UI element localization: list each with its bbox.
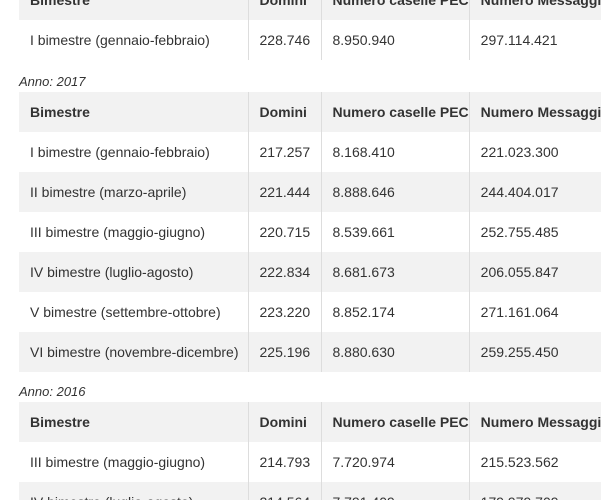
cell-caselle: 7.720.974 (321, 442, 470, 482)
header-domini: Domini (248, 402, 322, 442)
table-row: IV bimestre (luglio-agosto) 214.564 7.79… (19, 482, 602, 500)
cell-domini: 225.196 (248, 332, 322, 372)
cell-caselle: 8.888.646 (321, 172, 470, 212)
cell-caselle: 8.168.410 (321, 132, 470, 172)
cell-bimestre: I bimestre (gennaio-febbraio) (19, 132, 249, 172)
cell-bimestre: IV bimestre (luglio-agosto) (19, 252, 249, 292)
cell-bimestre: II bimestre (marzo-aprile) (19, 172, 249, 212)
cell-caselle: 8.852.174 (321, 292, 470, 332)
cell-messaggi: 259.255.450 (469, 332, 602, 372)
cell-domini: 228.746 (248, 20, 322, 60)
cell-bimestre: I bimestre (gennaio-febbraio) (19, 20, 249, 60)
table-header-row: Bimestre Domini Numero caselle PEC Numer… (19, 402, 602, 442)
header-messaggi: Numero Messaggi (469, 92, 602, 132)
cell-messaggi: 179.979.709 (469, 482, 602, 500)
cell-messaggi: 206.055.847 (469, 252, 602, 292)
table-row: II bimestre (marzo-aprile) 221.444 8.888… (19, 172, 602, 212)
header-caselle: Numero caselle PEC (321, 0, 470, 20)
year-label-2016: Anno: 2016 (19, 384, 86, 399)
cell-domini: 222.834 (248, 252, 322, 292)
cell-caselle: 7.791.409 (321, 482, 470, 500)
cell-domini: 214.564 (248, 482, 322, 500)
cell-messaggi: 252.755.485 (469, 212, 602, 252)
header-bimestre: Bimestre (19, 0, 249, 20)
cell-messaggi: 221.023.300 (469, 132, 602, 172)
cell-messaggi: 297.114.421 (469, 20, 602, 60)
cell-bimestre: V bimestre (settembre-ottobre) (19, 292, 249, 332)
table-row: VI bimestre (novembre-dicembre) 225.196 … (19, 332, 602, 372)
cell-bimestre: IV bimestre (luglio-agosto) (19, 482, 249, 500)
table-row: I bimestre (gennaio-febbraio) 228.746 8.… (19, 20, 602, 60)
cell-caselle: 8.539.661 (321, 212, 470, 252)
cell-domini: 220.715 (248, 212, 322, 252)
page: Bimestre Domini Numero caselle PEC Numer… (0, 0, 609, 500)
pec-table-2016: Bimestre Domini Numero caselle PEC Numer… (19, 402, 602, 500)
pec-table-2017: Bimestre Domini Numero caselle PEC Numer… (19, 92, 602, 372)
cell-caselle: 8.681.673 (321, 252, 470, 292)
header-bimestre: Bimestre (19, 92, 249, 132)
year-label-2017: Anno: 2017 (19, 74, 86, 89)
cell-messaggi: 244.404.017 (469, 172, 602, 212)
pec-table-previous: Bimestre Domini Numero caselle PEC Numer… (19, 0, 602, 60)
table-row: V bimestre (settembre-ottobre) 223.220 8… (19, 292, 602, 332)
cell-bimestre: III bimestre (maggio-giugno) (19, 442, 249, 482)
table-row: III bimestre (maggio-giugno) 220.715 8.5… (19, 212, 602, 252)
header-domini: Domini (248, 0, 322, 20)
cell-domini: 223.220 (248, 292, 322, 332)
header-domini: Domini (248, 92, 322, 132)
cell-caselle: 8.880.630 (321, 332, 470, 372)
cell-domini: 221.444 (248, 172, 322, 212)
cell-domini: 214.793 (248, 442, 322, 482)
table-row: III bimestre (maggio-giugno) 214.793 7.7… (19, 442, 602, 482)
table-header-row: Bimestre Domini Numero caselle PEC Numer… (19, 0, 602, 20)
table-header-row: Bimestre Domini Numero caselle PEC Numer… (19, 92, 602, 132)
header-caselle: Numero caselle PEC (321, 402, 470, 442)
cell-caselle: 8.950.940 (321, 20, 470, 60)
cell-messaggi: 215.523.562 (469, 442, 602, 482)
header-messaggi: Numero Messaggi (469, 402, 602, 442)
table-row: IV bimestre (luglio-agosto) 222.834 8.68… (19, 252, 602, 292)
header-bimestre: Bimestre (19, 402, 249, 442)
header-messaggi: Numero Messaggi (469, 0, 602, 20)
header-caselle: Numero caselle PEC (321, 92, 470, 132)
cell-bimestre: VI bimestre (novembre-dicembre) (19, 332, 249, 372)
cell-bimestre: III bimestre (maggio-giugno) (19, 212, 249, 252)
cell-domini: 217.257 (248, 132, 322, 172)
cell-messaggi: 271.161.064 (469, 292, 602, 332)
table-row: I bimestre (gennaio-febbraio) 217.257 8.… (19, 132, 602, 172)
